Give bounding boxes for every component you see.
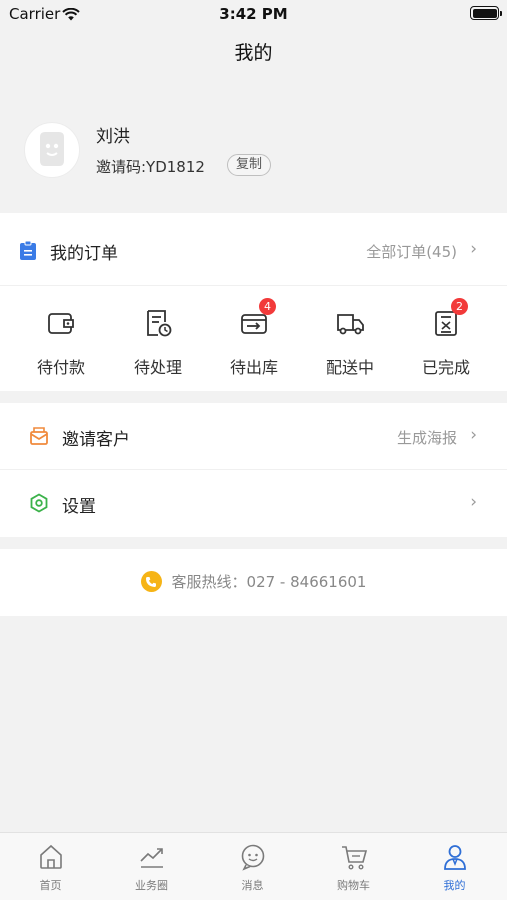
tab-messages[interactable]: 消息: [202, 843, 303, 893]
invite-code: 邀请码:YD1812: [96, 158, 205, 176]
chevron-right-icon: ›: [470, 492, 477, 512]
wallet-icon: [46, 308, 76, 338]
order-status-label: 待付款: [36, 358, 85, 377]
hexagon-gear-icon: [29, 493, 49, 517]
trend-chart-icon: [138, 843, 166, 871]
tab-label: 消息: [241, 879, 264, 892]
order-status-row: 待付款 待处理 4 待出库 配送中 2 已完成: [0, 298, 507, 388]
orders-clipboard-icon: [19, 240, 37, 265]
status-bar: Carrier 3:42 PM: [0, 0, 507, 28]
hotline-card: 客服热线：027 - 84661601: [0, 549, 507, 616]
chat-bubble-icon: [239, 843, 267, 871]
order-status-label: 待处理: [133, 358, 182, 377]
completed-clipboard-icon: 2: [431, 298, 468, 338]
order-status-label: 已完成: [421, 358, 470, 377]
hotline-text: 客服热线：027 - 84661601: [171, 573, 367, 591]
orders-header[interactable]: 我的订单 全部订单(45) ›: [0, 213, 507, 286]
tab-home[interactable]: 首页: [0, 843, 101, 893]
menu-item-settings[interactable]: 设置 ›: [0, 470, 507, 537]
user-icon: [441, 843, 469, 871]
generate-poster-link[interactable]: 生成海报: [397, 427, 457, 448]
order-status-delivering[interactable]: 配送中: [312, 308, 388, 388]
order-status-completed[interactable]: 2 已完成: [408, 298, 484, 388]
clock-time: 3:42 PM: [219, 5, 288, 23]
menu-item-invite-customers[interactable]: 邀请客户 生成海报 ›: [0, 403, 507, 470]
order-count-badge: 4: [259, 298, 276, 315]
order-status-awaiting-shipment[interactable]: 4 待出库: [216, 298, 292, 388]
menu-item-label: 设置: [62, 497, 96, 517]
order-status-pending-payment[interactable]: 待付款: [23, 308, 99, 388]
all-orders-link[interactable]: 全部订单(45): [366, 241, 457, 262]
copy-button[interactable]: 复制: [227, 154, 272, 176]
menu-card: 邀请客户 生成海报 › 设置 ›: [0, 403, 507, 537]
cart-icon: [340, 843, 368, 871]
home-icon: [37, 843, 65, 871]
profile-header: 刘洪 邀请码:YD1812 复制: [24, 120, 484, 180]
chevron-right-icon: ›: [470, 425, 477, 445]
avatar[interactable]: [24, 122, 80, 178]
tab-mine[interactable]: 我的: [404, 843, 505, 893]
chevron-right-icon: ›: [470, 239, 477, 259]
battery-icon: [470, 6, 502, 20]
tab-bar: 首页 业务圈 消息 购物车 我的: [0, 832, 507, 900]
tab-label: 首页: [39, 879, 62, 892]
page-title: 我的: [234, 42, 273, 64]
tab-label: 购物车: [337, 879, 370, 892]
customer-service-hotline[interactable]: 客服热线：027 - 84661601: [0, 571, 507, 592]
order-status-label: 配送中: [325, 358, 374, 377]
tab-cart[interactable]: 购物车: [303, 843, 404, 893]
order-status-label: 待出库: [229, 358, 278, 377]
tab-label: 我的: [443, 879, 466, 892]
order-count-badge: 2: [451, 298, 468, 315]
document-clock-icon: [143, 308, 173, 338]
delivery-truck-icon: [335, 308, 365, 338]
user-name: 刘洪: [96, 127, 130, 147]
tab-business-circle[interactable]: 业务圈: [101, 843, 202, 893]
tab-label: 业务圈: [135, 879, 168, 892]
envelope-icon: [29, 426, 49, 450]
warehouse-out-icon: 4: [239, 298, 276, 338]
orders-card: 我的订单 全部订单(45) › 待付款 待处理 4 待出库 配送中 2 已完成: [0, 213, 507, 391]
phone-icon: [140, 571, 162, 592]
orders-title: 我的订单: [50, 244, 118, 264]
menu-item-label: 邀请客户: [62, 430, 130, 450]
order-status-processing[interactable]: 待处理: [120, 308, 196, 388]
